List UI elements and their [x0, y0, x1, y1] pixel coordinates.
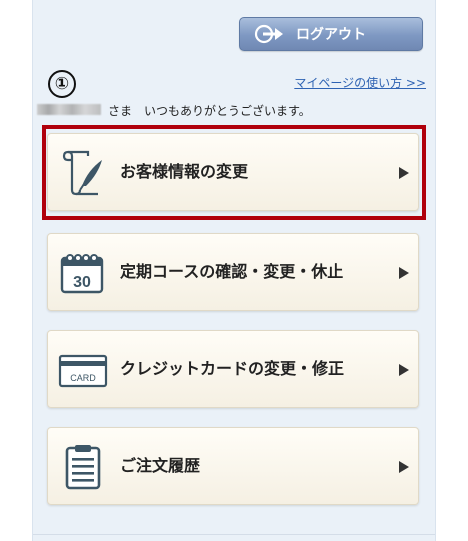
menu-order-history[interactable]: ご注文履歴: [47, 427, 419, 505]
chevron-right-icon: [399, 267, 409, 279]
logout-arrow-icon: [254, 24, 283, 44]
clipboard-icon: [65, 445, 101, 490]
credit-card-icon-text: CARD: [70, 373, 96, 383]
pen-document-icon: [62, 150, 102, 196]
menu-subscription-course[interactable]: 30 定期コースの確認・変更・休止: [47, 233, 419, 311]
chevron-right-icon: [399, 364, 409, 376]
menu-label: お客様情報の変更: [120, 162, 249, 181]
panel-divider: [33, 534, 435, 535]
greeting-text: さま いつもありがとうございます。: [108, 104, 311, 118]
menu-label: ご注文履歴: [120, 456, 201, 475]
step-number-badge: ①: [48, 70, 76, 98]
mypage-usage-link[interactable]: マイページの使い方 >>: [294, 74, 426, 91]
logout-button[interactable]: ログアウト: [239, 17, 423, 51]
menu-label: 定期コースの確認・変更・休止: [120, 262, 344, 281]
chevron-right-icon: [399, 461, 409, 473]
calendar-icon: 30: [60, 254, 104, 294]
customer-name-redacted: [37, 104, 101, 115]
logout-label: ログアウト: [296, 27, 366, 43]
credit-card-icon: CARD: [58, 354, 108, 388]
menu-credit-card[interactable]: CARD クレジットカードの変更・修正: [47, 330, 419, 408]
chevron-right-icon: [399, 167, 409, 179]
calendar-icon-text: 30: [73, 274, 91, 291]
menu-customer-info[interactable]: お客様情報の変更: [47, 133, 419, 211]
menu-label: クレジットカードの変更・修正: [120, 359, 345, 378]
